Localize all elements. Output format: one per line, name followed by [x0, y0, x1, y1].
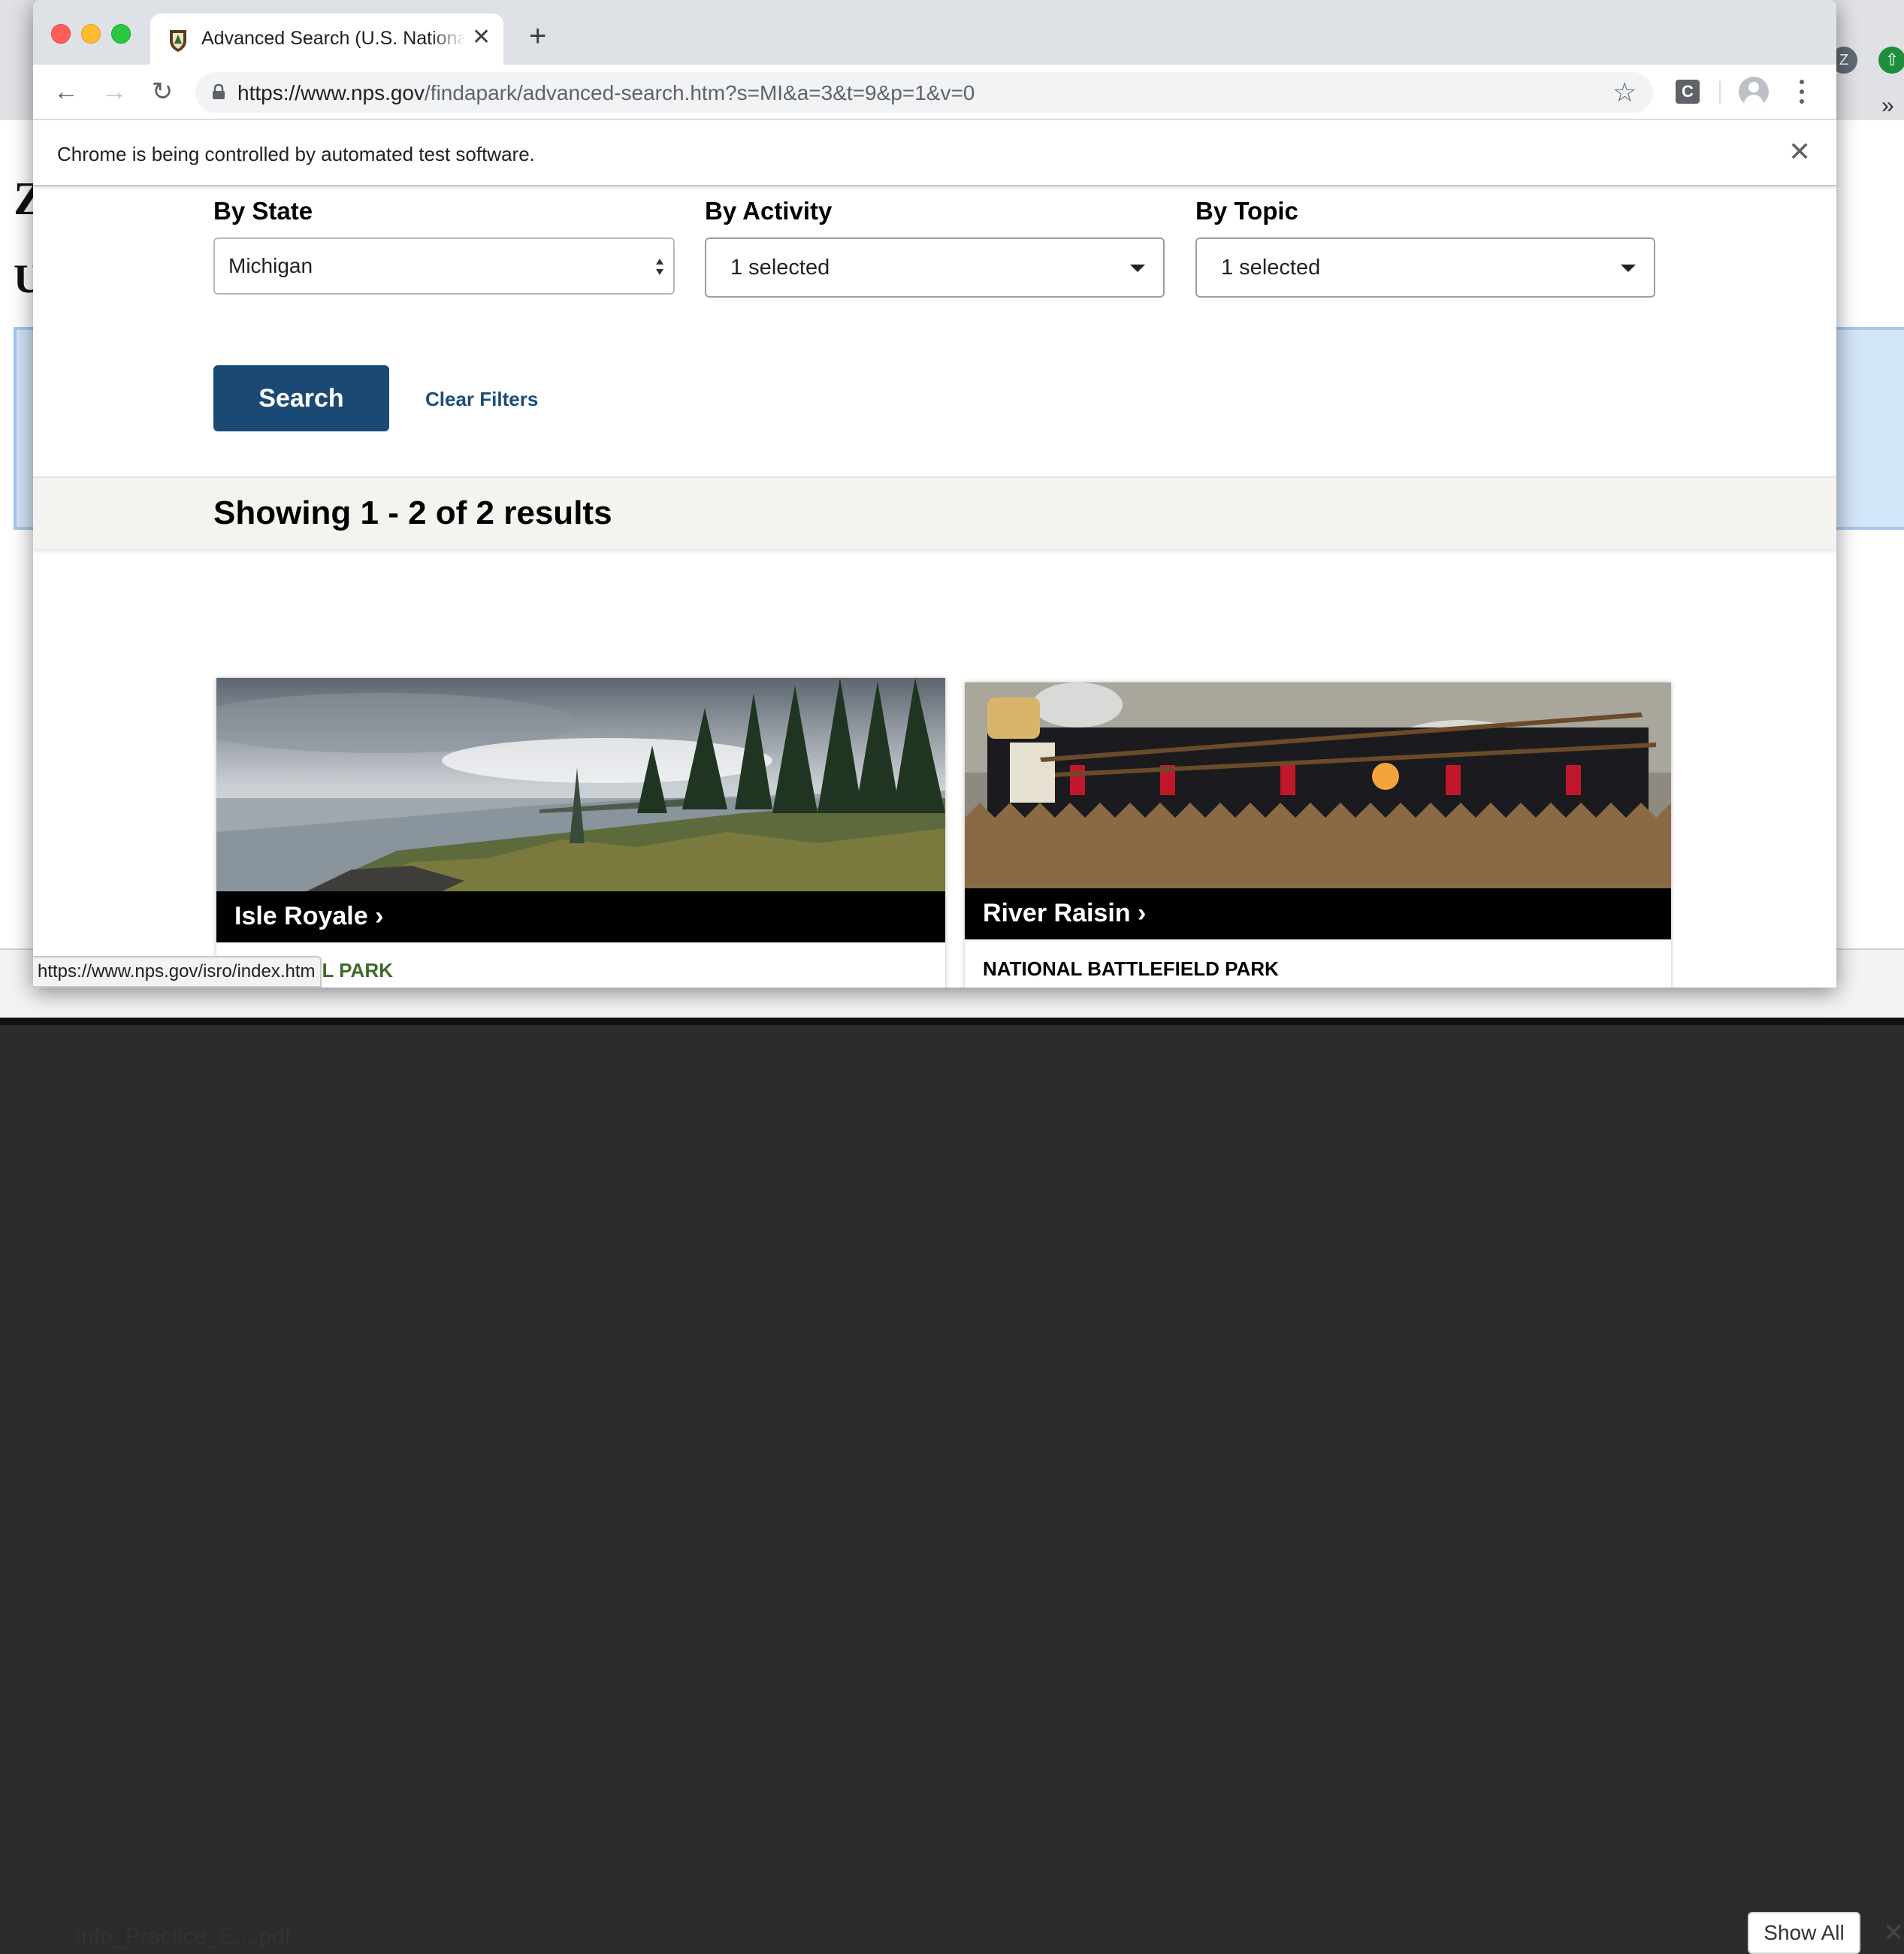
results-summary: Showing 1 - 2 of 2 results [213, 495, 612, 531]
nps-arrowhead-icon [170, 30, 186, 52]
activity-filter-label: By Activity [705, 197, 833, 225]
topic-select[interactable]: 1 selected [1195, 237, 1655, 298]
url-path: /findapark/advanced-search.htm?s=MI&a=3&… [425, 81, 975, 104]
clear-filters-link[interactable]: Clear Filters [425, 388, 538, 411]
kebab-menu-icon[interactable] [1794, 75, 1809, 108]
show-all-button[interactable]: Show All [1748, 1912, 1860, 1954]
reload-icon[interactable]: ↻ [146, 75, 179, 108]
state-select-value: Michigan [228, 254, 313, 277]
results-summary-bar: Showing 1 - 2 of 2 results [33, 476, 1836, 549]
state-filter-label: By State [213, 197, 313, 225]
infobar-message: Chrome is being controlled by automated … [57, 143, 535, 165]
isle-royale-photo [216, 678, 945, 891]
background-selection-right [1833, 327, 1904, 530]
page-content: By State By Activity By Topic Michigan 1… [33, 186, 1836, 988]
new-tab-icon[interactable]: + [529, 21, 546, 51]
download-item-pdf[interactable]: Info_Practice_E....pdf [75, 1924, 291, 1949]
window-close-button[interactable] [51, 24, 71, 44]
activity-select-value: 1 selected [730, 256, 830, 280]
window-zoom-button[interactable] [111, 24, 131, 44]
river-raisin-photo [965, 682, 1671, 888]
tab-close-icon[interactable]: ✕ [472, 24, 491, 51]
lock-icon [213, 83, 225, 99]
activity-select[interactable]: 1 selected [705, 237, 1165, 298]
desktop-edge [0, 1018, 1904, 1025]
park-card-isle-royale[interactable]: Isle Royale › NATIONAL PARK [216, 678, 945, 988]
back-arrow-icon[interactable]: ← [50, 75, 83, 108]
state-select[interactable]: Michigan [213, 237, 675, 295]
card-caption[interactable]: River Raisin › [965, 888, 1671, 939]
toolbar-separator [1719, 81, 1721, 104]
card-caption[interactable]: Isle Royale › [216, 891, 945, 942]
topic-filter-label: By Topic [1195, 197, 1298, 225]
profile-icon[interactable] [1739, 77, 1769, 107]
park-designation: NATIONAL BATTLEFIELD PARK [983, 957, 1279, 980]
url-host: https://www.nps.gov [237, 81, 425, 104]
caret-down-icon [1621, 265, 1636, 272]
topic-select-value: 1 selected [1221, 256, 1321, 280]
tab-advanced-search[interactable]: Advanced Search (U.S. National Park Serv… [150, 14, 503, 65]
star-icon[interactable]: ☆ [1612, 78, 1637, 107]
caret-down-icon [1130, 265, 1145, 272]
background-overflow-icon[interactable]: » [1881, 93, 1894, 119]
window-minimize-button[interactable] [81, 24, 101, 44]
tab-title: Advanced Search (U.S. National Park Serv… [201, 28, 464, 49]
tab-title-fade [428, 21, 466, 56]
url-text[interactable]: https://www.nps.gov/findapark/advanced-s… [237, 81, 975, 105]
updown-icon [656, 259, 663, 275]
address-bar[interactable]: https://www.nps.gov/findapark/advanced-s… [195, 72, 1653, 113]
background-update-icon[interactable]: ⇧ [1878, 47, 1904, 74]
browser-window: Advanced Search (U.S. National Park Serv… [33, 0, 1836, 988]
park-card-river-raisin[interactable]: River Raisin › NATIONAL BATTLEFIELD PARK [965, 682, 1671, 988]
extension-icon[interactable]: C [1676, 80, 1700, 104]
park-name-link[interactable]: Isle Royale › [234, 902, 383, 931]
tab-strip: Advanced Search (U.S. National Park Serv… [33, 0, 1836, 65]
link-status-bubble: https://www.nps.gov/isro/index.htm [33, 956, 322, 988]
browser-toolbar: ← → ↻ https://www.nps.gov/findapark/adva… [33, 65, 1836, 119]
park-name-link[interactable]: River Raisin › [983, 899, 1146, 928]
download-bar-close-icon[interactable]: ✕ [1883, 1918, 1904, 1948]
infobar-close-icon[interactable]: ✕ [1788, 137, 1811, 167]
forward-arrow-icon[interactable]: → [98, 75, 131, 108]
search-button[interactable]: Search [213, 365, 389, 431]
automation-infobar: Chrome is being controlled by automated … [33, 119, 1836, 186]
